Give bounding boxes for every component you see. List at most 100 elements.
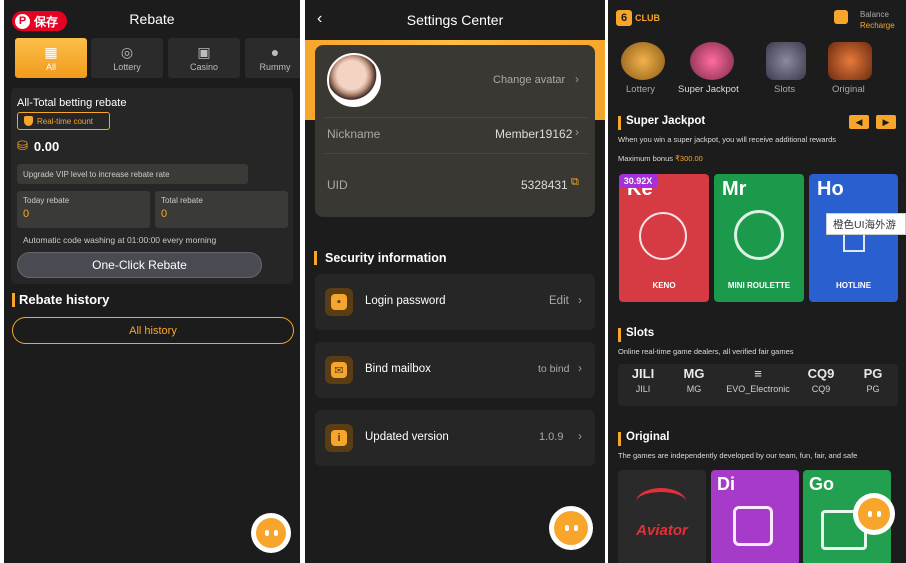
- original-description: The games are independently developed by…: [618, 451, 858, 460]
- support-chat-button[interactable]: [853, 493, 895, 535]
- jackpot-category-icon[interactable]: [690, 42, 734, 80]
- game-name: Aviator: [636, 522, 688, 539]
- section-marker: [618, 328, 621, 342]
- recharge-link[interactable]: Recharge: [860, 21, 895, 30]
- tab-casino[interactable]: ▣ Casino: [168, 38, 240, 78]
- mail-icon: ✉: [325, 356, 353, 384]
- today-rebate-box: Today rebate 0: [17, 191, 150, 228]
- row-value: 1.0.9: [539, 431, 564, 443]
- shield-check-icon: [24, 116, 33, 126]
- tab-label: Lottery: [113, 61, 141, 72]
- provider-name: EVO_Electronic: [726, 384, 790, 394]
- row-label: Login password: [365, 295, 446, 307]
- provider-pg[interactable]: PG PG: [845, 366, 901, 404]
- original-title: Original: [626, 431, 670, 443]
- category-label[interactable]: Lottery: [626, 84, 655, 95]
- chevron-right-icon: ›: [578, 293, 582, 307]
- keno-game-card[interactable]: Ke 30.92X KENO: [619, 174, 709, 302]
- chat-bot-icon: [858, 498, 890, 530]
- tab-label: Rummy: [259, 61, 291, 72]
- next-arrow-icon[interactable]: ▶: [876, 115, 896, 129]
- all-history-button[interactable]: All history: [12, 317, 294, 344]
- provider-mg[interactable]: MG MG: [666, 366, 722, 404]
- category-label[interactable]: Slots: [774, 84, 795, 95]
- provider-name: JILI: [635, 384, 651, 394]
- support-chat-button[interactable]: [549, 506, 593, 550]
- row-label: Bind mailbox: [365, 363, 431, 375]
- settings-screen: ‹ Settings Center Change avatar › Nickna…: [305, 0, 605, 563]
- nickname-value[interactable]: Member19162: [495, 127, 572, 141]
- lottery-category-icon[interactable]: [621, 42, 665, 80]
- provider-name: MG: [686, 384, 702, 394]
- chat-bot-icon: [256, 518, 286, 548]
- row-value: Edit: [549, 295, 569, 307]
- total-rebate-box: Total rebate 0: [155, 191, 288, 228]
- bind-mailbox-row[interactable]: ✉ Bind mailbox to bind ›: [315, 342, 595, 398]
- section-marker: [12, 293, 15, 307]
- casino-icon: ▣: [197, 43, 211, 60]
- game-name: KENO: [652, 281, 676, 290]
- provider-name: CQ9: [811, 384, 831, 394]
- coins-icon: ⛁: [17, 138, 28, 153]
- avatar[interactable]: [327, 53, 381, 107]
- category-label[interactable]: Super Jackpot: [678, 84, 739, 95]
- provider-logo: MG: [683, 366, 705, 381]
- roulette-icon: [734, 210, 784, 260]
- one-click-rebate-button[interactable]: One-Click Rebate: [17, 252, 262, 278]
- save-label: 保存: [34, 14, 59, 29]
- provider-jili[interactable]: JILI JILI: [615, 366, 671, 404]
- slots-description: Online real-time game dealers, all verif…: [618, 347, 794, 356]
- section-marker: [618, 432, 621, 446]
- slots-title: Slots: [626, 327, 655, 339]
- updated-version-row[interactable]: i Updated version 1.0.9 ›: [315, 410, 595, 466]
- change-avatar-link[interactable]: Change avatar: [493, 74, 565, 86]
- rummy-icon: ●: [270, 43, 280, 60]
- section-marker: [618, 116, 621, 130]
- provider-logo: ≡: [754, 366, 762, 381]
- pinterest-save-button[interactable]: P 保存: [12, 11, 67, 31]
- chevron-right-icon: ›: [575, 72, 579, 86]
- provider-cq9[interactable]: CQ9 CQ9: [793, 366, 849, 404]
- game-title: Go: [809, 474, 834, 494]
- tab-label: Casino: [189, 61, 218, 72]
- lock-icon: ▪: [325, 288, 353, 316]
- card-title: All-Total betting rebate: [17, 97, 127, 109]
- provider-logo: CQ9: [807, 366, 835, 381]
- aviator-game-card[interactable]: Aviator: [618, 470, 706, 563]
- realtime-label: Real-time count: [37, 116, 94, 126]
- amount-value: 0.00: [33, 138, 60, 154]
- category-label[interactable]: Original: [832, 84, 865, 95]
- tab-all[interactable]: ▦ All: [15, 38, 87, 78]
- max-bonus-label: Maximum bonus: [618, 154, 674, 163]
- provider-logo: JILI: [631, 366, 655, 381]
- uid-value: 5328431: [521, 178, 568, 192]
- plane-icon: [636, 488, 686, 516]
- total-value: 0: [161, 208, 168, 220]
- divider: [325, 117, 587, 118]
- grid-icon: ▦: [44, 43, 58, 60]
- prev-arrow-icon[interactable]: ◀: [849, 115, 869, 129]
- jackpot-title: Super Jackpot: [626, 115, 706, 127]
- row-value: to bind: [538, 363, 570, 375]
- jackpot-description: When you win a super jackpot, you will r…: [618, 135, 837, 144]
- mini-roulette-game-card[interactable]: Mr MINI ROULETTE: [714, 174, 804, 302]
- login-password-row[interactable]: ▪ Login password Edit ›: [315, 274, 595, 330]
- rebate-screen: Rebate P 保存 ▦ All ◎ Lottery ▣ Casino ● R…: [4, 0, 300, 563]
- provider-evo[interactable]: ≡ EVO_Electronic: [723, 366, 793, 404]
- original-category-icon[interactable]: [828, 42, 872, 80]
- tab-rummy[interactable]: ● Rummy: [245, 38, 300, 78]
- copy-icon[interactable]: ⧉: [571, 176, 579, 189]
- slots-category-icon[interactable]: [766, 42, 806, 80]
- hotline-game-card[interactable]: Ho HOTLINE: [809, 174, 898, 302]
- tab-lottery[interactable]: ◎ Lottery: [91, 38, 163, 78]
- upgrade-vip-note: Upgrade VIP level to increase rebate rat…: [17, 164, 248, 184]
- game-title: Di: [717, 474, 735, 494]
- auto-wash-note: Automatic code washing at 01:00:00 every…: [23, 235, 217, 245]
- dice-game-card[interactable]: Di: [711, 470, 799, 563]
- page-title: Settings Center: [406, 12, 504, 28]
- tooltip: 橙色UI海外游: [826, 213, 906, 235]
- today-value: 0: [23, 208, 30, 220]
- max-bonus: Maximum bonus ₹300.00: [618, 154, 703, 163]
- game-title: Ho: [817, 178, 844, 200]
- support-chat-button[interactable]: [251, 513, 291, 553]
